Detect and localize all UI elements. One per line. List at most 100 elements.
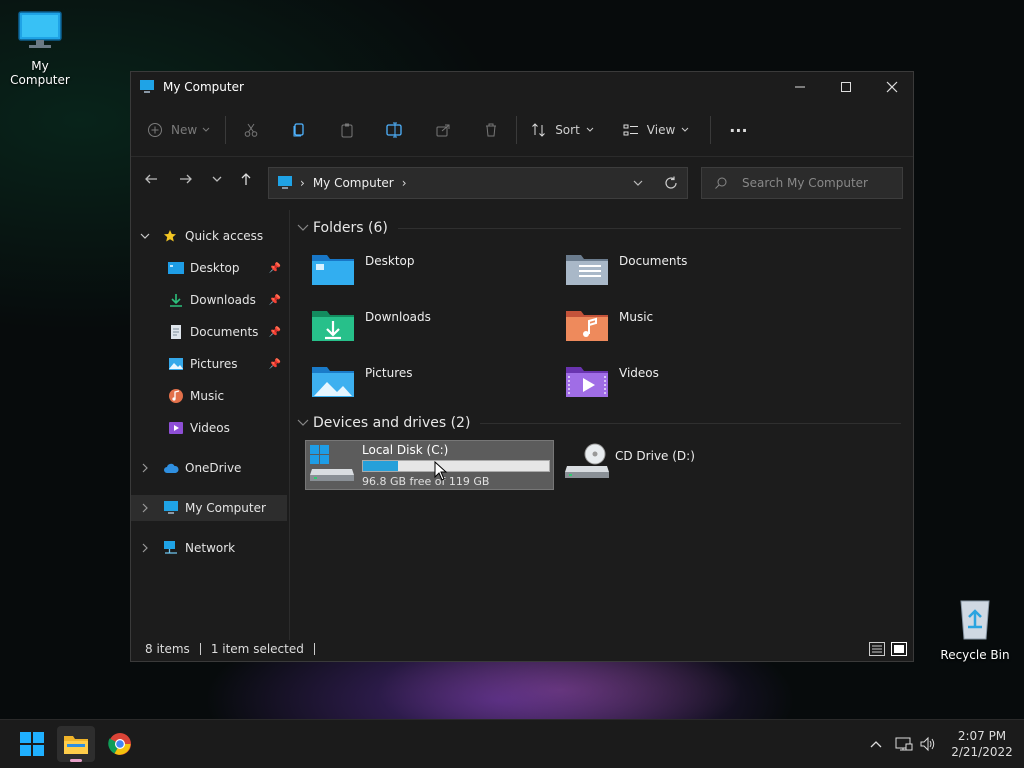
drives-section-header[interactable]: Devices and drives (2): [297, 415, 901, 431]
document-icon: [171, 325, 181, 339]
sidebar-item-my-computer[interactable]: My Computer: [131, 495, 287, 521]
taskbar-file-explorer[interactable]: [57, 726, 95, 762]
search-box[interactable]: Search My Computer: [701, 167, 903, 199]
folder-item-music[interactable]: Music: [565, 306, 805, 350]
tiles-view-icon[interactable]: [891, 642, 907, 656]
rename-button[interactable]: [378, 114, 412, 146]
sidebar-item-documents[interactable]: Documents 📌: [131, 319, 287, 345]
sidebar-item-label: Pictures: [190, 357, 238, 371]
forward-button[interactable]: [172, 167, 200, 191]
show-hidden-icons-button[interactable]: [864, 720, 888, 768]
breadcrumb-separator: ›: [300, 176, 305, 190]
view-button[interactable]: View: [617, 114, 696, 146]
folder-item-pictures[interactable]: Pictures: [311, 362, 551, 406]
status-bar: 8 items 1 item selected: [131, 637, 913, 661]
sidebar-item-downloads[interactable]: Downloads 📌: [131, 287, 287, 313]
sidebar-item-label: Downloads: [190, 293, 256, 307]
clock-time: 2:07 PM: [957, 729, 1007, 743]
toolbar-separator: [710, 116, 712, 144]
pictures-folder-icon: [312, 367, 354, 397]
more-options-button[interactable]: ···: [719, 114, 757, 146]
folder-item-desktop[interactable]: Desktop: [311, 250, 551, 294]
desktop-icon-my-computer[interactable]: My Computer: [0, 10, 80, 87]
title-bar[interactable]: My Computer: [131, 72, 913, 102]
up-button[interactable]: [232, 167, 260, 191]
monitor-icon: [164, 501, 178, 514]
folder-item-videos[interactable]: Videos: [565, 362, 805, 406]
video-icon: [169, 422, 183, 434]
taskbar-chrome[interactable]: [101, 726, 139, 762]
sidebar-item-network[interactable]: Network: [131, 535, 287, 561]
sort-button[interactable]: Sort: [525, 114, 601, 146]
back-button[interactable]: [137, 167, 165, 191]
maximize-icon: [841, 82, 851, 92]
refresh-icon[interactable]: [664, 176, 678, 190]
cloud-icon: [164, 463, 179, 473]
breadcrumb-my-computer[interactable]: My Computer: [313, 176, 394, 190]
folders-section-header[interactable]: Folders (6): [297, 220, 901, 236]
pane-splitter[interactable]: [289, 210, 290, 640]
file-explorer-window: My Computer New Sort View ··· › My Compu…: [130, 71, 914, 662]
mouse-cursor-icon: [434, 461, 448, 481]
chevron-down-icon: [140, 233, 150, 239]
new-button[interactable]: New: [141, 114, 217, 146]
details-view-icon[interactable]: [869, 642, 885, 656]
address-bar[interactable]: › My Computer ›: [268, 167, 688, 199]
arrow-up-icon: [241, 173, 251, 185]
sort-label: Sort: [555, 123, 580, 137]
view-label: View: [646, 123, 676, 137]
folder-label: Videos: [619, 366, 659, 380]
share-button[interactable]: [426, 114, 460, 146]
sidebar-item-videos[interactable]: Videos: [131, 415, 287, 441]
desktop-folder-icon: [312, 255, 354, 285]
more-label: ···: [729, 120, 748, 140]
clock-button[interactable]: 2:07 PM 2/21/2022: [944, 720, 1020, 768]
chevron-right-icon: [142, 463, 148, 473]
sidebar-item-music[interactable]: Music: [131, 383, 287, 409]
drive-item-cd-drive-d[interactable]: CD Drive (D:): [565, 440, 805, 490]
paste-button[interactable]: [330, 114, 364, 146]
breadcrumb-chevron[interactable]: ›: [402, 176, 407, 190]
close-icon: [886, 81, 898, 93]
drive-item-local-disk-c[interactable]: Local Disk (C:) 96.8 GB free of 119 GB: [305, 440, 554, 490]
rename-icon: [386, 122, 402, 138]
start-button[interactable]: [13, 726, 51, 762]
desktop-icon-label: My Computer: [10, 59, 70, 87]
drive-label: CD Drive (D:): [615, 449, 695, 463]
network-tray-button[interactable]: [892, 720, 916, 768]
chevron-down-icon: [202, 127, 210, 132]
chevron-down-icon: [212, 176, 222, 182]
sidebar-item-quick-access[interactable]: Quick access: [131, 223, 287, 249]
content-pane: Folders (6) Desktop Documents Downloads …: [297, 212, 905, 632]
toolbar-separator: [516, 116, 518, 144]
desktop-icon-recycle-bin[interactable]: Recycle Bin: [935, 597, 1015, 662]
folder-item-documents[interactable]: Documents: [565, 250, 805, 294]
folder-item-downloads[interactable]: Downloads: [311, 306, 551, 350]
chevron-down-icon: [297, 224, 309, 231]
desktop-icon-label: Recycle Bin: [940, 648, 1010, 662]
maximize-button[interactable]: [823, 72, 869, 102]
monitor-icon: [140, 80, 154, 93]
clock-date: 2/21/2022: [951, 745, 1013, 759]
delete-button[interactable]: [474, 114, 508, 146]
sidebar-item-label: OneDrive: [185, 461, 242, 475]
chevron-down-icon[interactable]: [632, 177, 644, 189]
scissors-icon: [244, 123, 258, 137]
speaker-icon: [920, 736, 935, 752]
sidebar-item-desktop[interactable]: Desktop 📌: [131, 255, 287, 281]
recent-locations-button[interactable]: [203, 167, 231, 191]
chevron-down-icon: [297, 419, 309, 426]
copy-button[interactable]: [282, 114, 316, 146]
sidebar-item-onedrive[interactable]: OneDrive: [131, 455, 287, 481]
folder-label: Downloads: [365, 310, 431, 324]
music-icon: [169, 389, 183, 403]
sort-icon: [532, 123, 546, 137]
command-bar: New Sort View ···: [131, 110, 913, 150]
cut-button[interactable]: [234, 114, 268, 146]
minimize-button[interactable]: [777, 72, 823, 102]
sidebar-item-pictures[interactable]: Pictures 📌: [131, 351, 287, 377]
close-button[interactable]: [869, 72, 915, 102]
desktop-folder-icon: [168, 262, 184, 274]
windows-logo-icon: [20, 732, 44, 756]
volume-tray-button[interactable]: [916, 720, 940, 768]
